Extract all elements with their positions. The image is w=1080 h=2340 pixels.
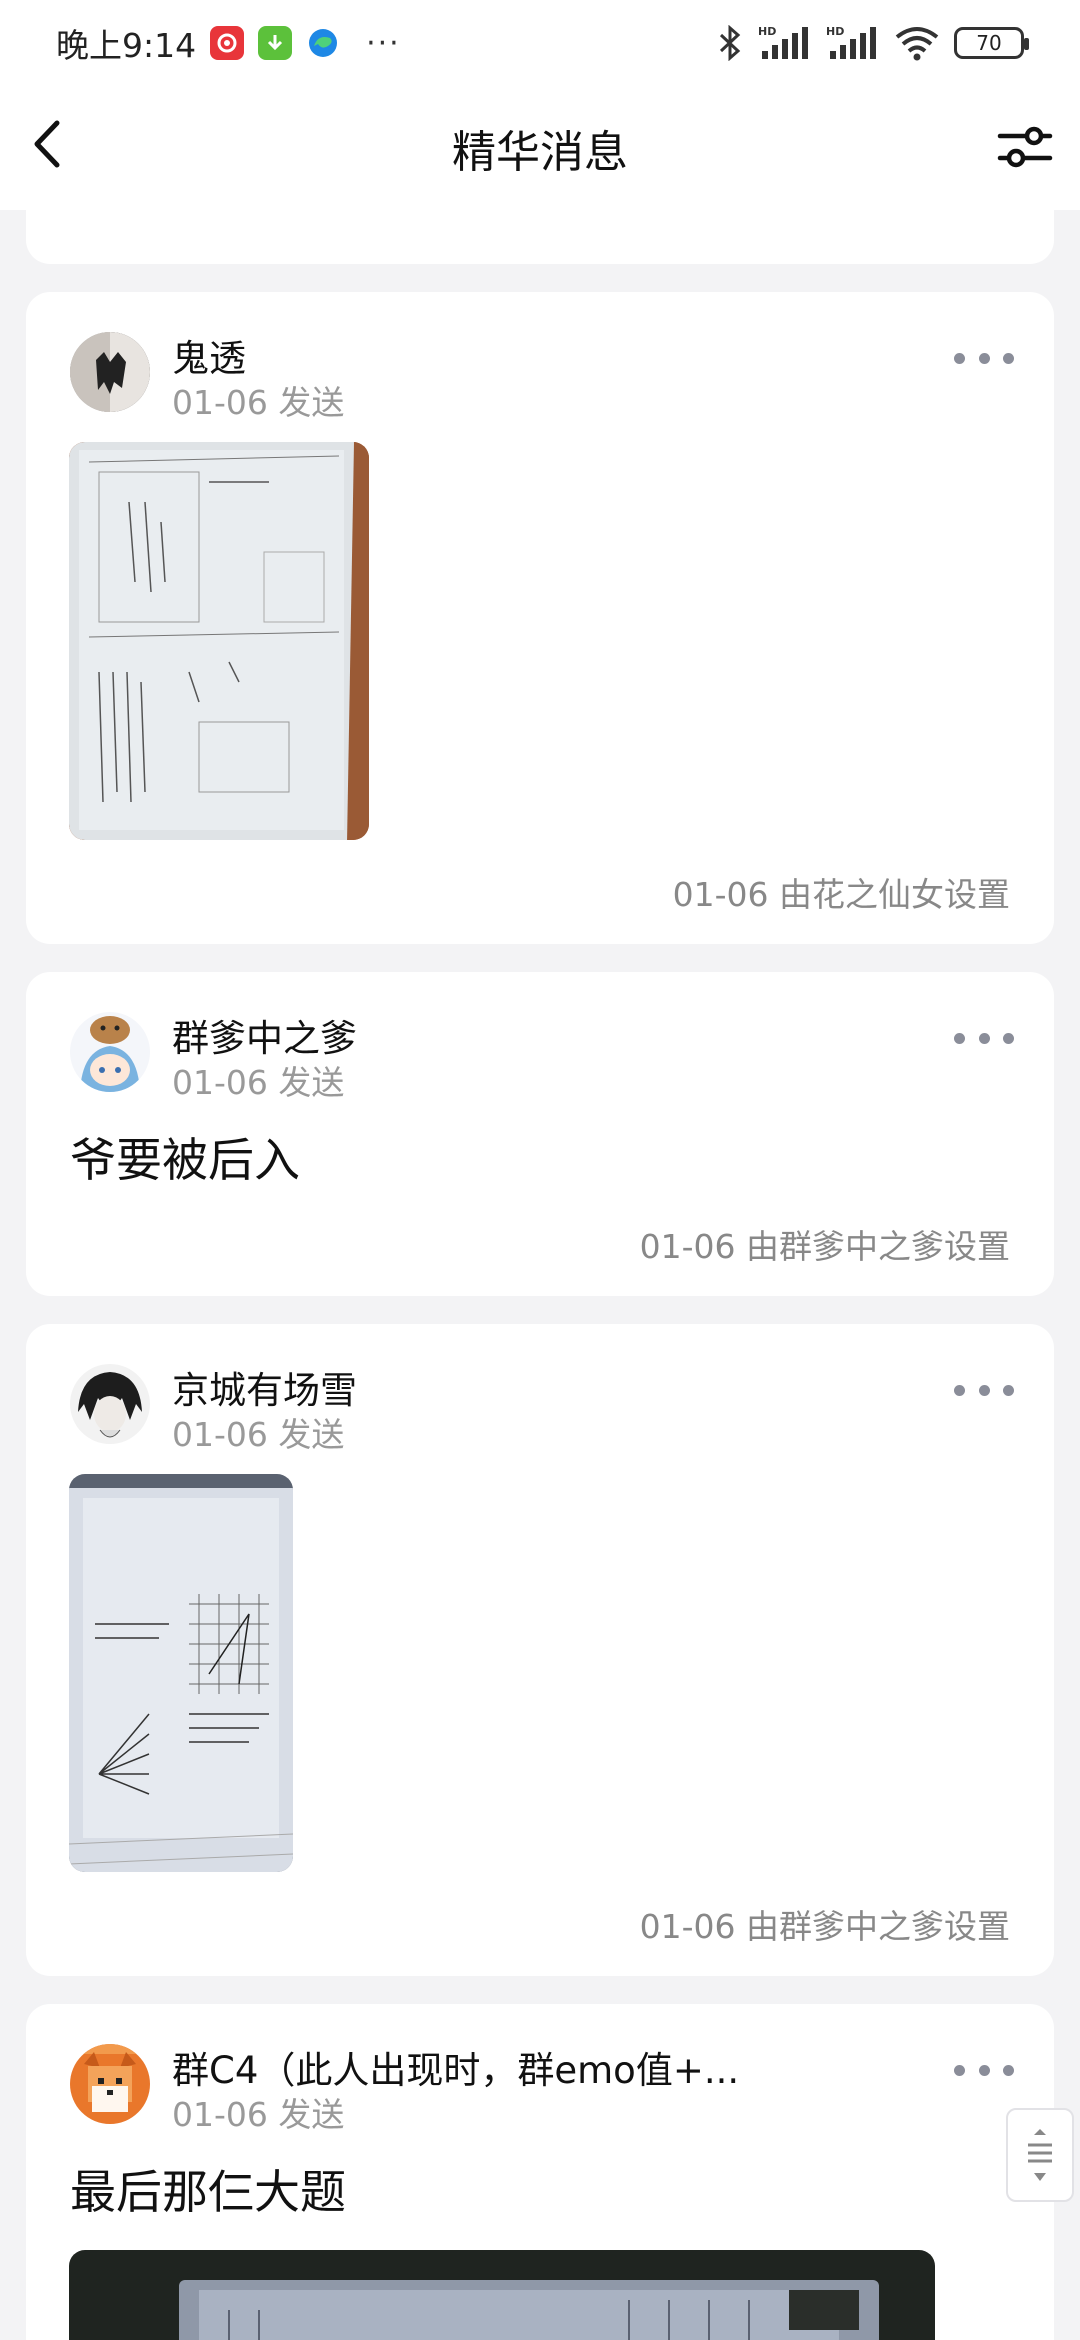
filter-button[interactable]	[992, 114, 1058, 180]
message-card[interactable]: 鬼透 01-06 发送 01-06 由花之仙女设置	[26, 292, 1054, 944]
chevron-left-icon	[34, 120, 60, 168]
send-time: 01-06 发送	[172, 383, 345, 422]
netease-music-icon	[210, 26, 245, 60]
author-name: 群爹中之爹	[172, 1017, 357, 1060]
signal-hd-1-icon: HD	[758, 25, 808, 59]
author-name: 群C4（此人出现时，群emo值+...	[172, 2049, 740, 2092]
avatar[interactable]	[70, 1364, 150, 1444]
sliders-icon	[997, 126, 1053, 168]
fast-scroll-handle[interactable]	[1006, 2108, 1074, 2202]
more-options-button[interactable]	[954, 338, 1014, 378]
more-options-button[interactable]	[954, 1370, 1014, 1410]
page-title: 精华消息	[452, 127, 628, 178]
more-notifications-icon: ···	[366, 25, 401, 61]
back-button[interactable]	[16, 114, 76, 174]
scroll-handle-icon	[1028, 2129, 1052, 2181]
battery-level: 70	[976, 31, 1002, 55]
message-card[interactable]: 群C4（此人出现时，群emo值+... 01-06 发送 最后那仨大题	[26, 2004, 1054, 2340]
wifi-icon	[895, 27, 939, 61]
message-text: 最后那仨大题	[70, 2165, 346, 2219]
message-image[interactable]	[69, 2250, 935, 2340]
download-icon	[258, 26, 293, 60]
svg-text:HD: HD	[758, 25, 776, 38]
message-card[interactable]: 群爹中之爹 01-06 发送 爷要被后入 01-06 由群爹中之爹设置	[26, 972, 1054, 1296]
svg-text:HD: HD	[826, 25, 844, 38]
message-card-partial	[26, 210, 1054, 264]
author-name: 京城有场雪	[172, 1369, 357, 1412]
set-by-info: 01-06 由群爹中之爹设置	[639, 1907, 1010, 1946]
avatar[interactable]	[70, 1012, 150, 1092]
signal-hd-2-icon: HD	[826, 25, 876, 59]
message-image[interactable]	[69, 1474, 293, 1872]
send-time: 01-06 发送	[172, 1063, 345, 1102]
avatar[interactable]	[70, 332, 150, 412]
edge-browser-icon	[306, 26, 340, 60]
send-time: 01-06 发送	[172, 2095, 345, 2134]
essence-message-list[interactable]: 鬼透 01-06 发送 01-06 由花之仙女设置 群爹中之爹 01-06 发送…	[0, 210, 1080, 2340]
status-icons: HD HD 70	[716, 25, 1029, 61]
send-time: 01-06 发送	[172, 1415, 345, 1454]
message-card[interactable]: 京城有场雪 01-06 发送 01-06 由群爹中之爹设置	[26, 1324, 1054, 1976]
more-options-button[interactable]	[954, 1018, 1014, 1058]
set-by-info: 01-06 由群爹中之爹设置	[639, 1227, 1010, 1266]
bluetooth-icon	[719, 25, 741, 61]
status-bar: 晚上9:14 ··· HD HD 70	[0, 0, 1080, 86]
status-time: 晚上9:14	[56, 26, 197, 65]
more-options-button[interactable]	[954, 2050, 1014, 2090]
battery-icon: 70	[954, 27, 1029, 59]
set-by-info: 01-06 由花之仙女设置	[672, 875, 1010, 914]
author-name: 鬼透	[172, 337, 246, 380]
message-image[interactable]	[69, 442, 369, 840]
nav-bar: 精华消息	[0, 86, 1080, 210]
avatar[interactable]	[70, 2044, 150, 2124]
message-text: 爷要被后入	[70, 1133, 300, 1187]
